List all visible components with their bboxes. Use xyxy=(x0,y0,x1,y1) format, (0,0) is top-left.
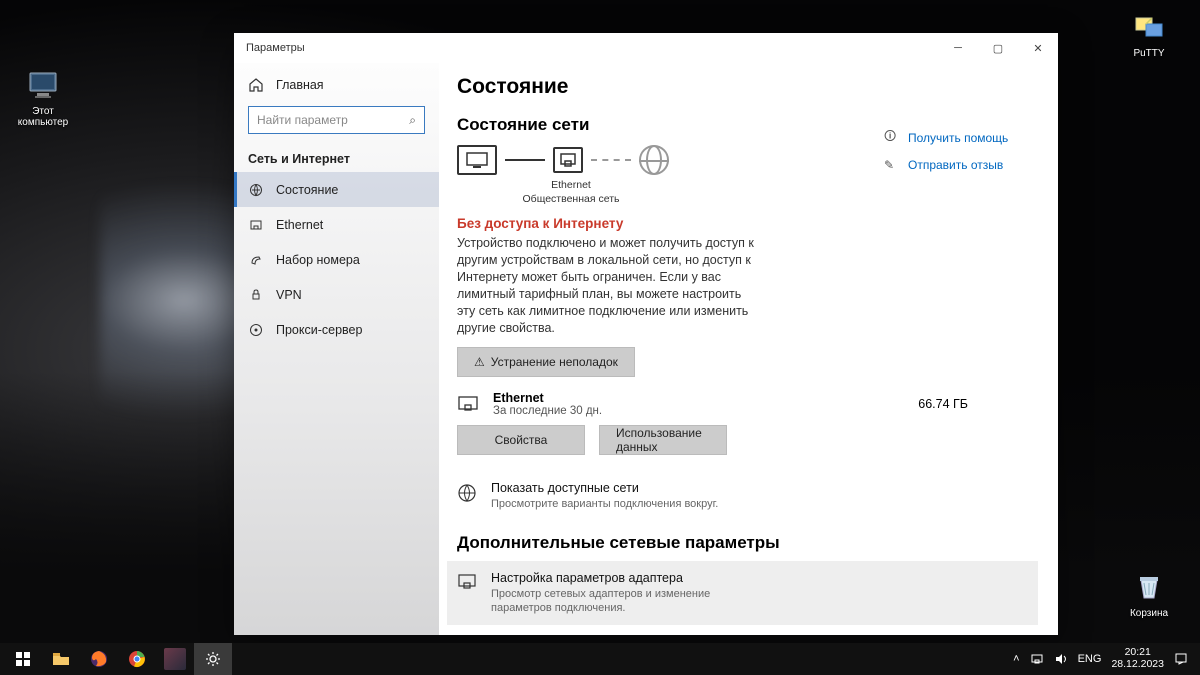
page-title: Состояние xyxy=(457,75,1028,99)
adapter-icon xyxy=(457,573,479,591)
no-internet-text: Устройство подключено и может получить д… xyxy=(457,235,757,336)
help-icon: 🛈 xyxy=(884,127,900,148)
taskbar-firefox[interactable] xyxy=(80,643,118,675)
help-label: Получить помощь xyxy=(908,131,1008,145)
troubleshoot-button[interactable]: ⚠ Устранение неполадок xyxy=(457,347,635,377)
taskbar: ˄ ENG 20:21 28.12.2023 xyxy=(0,643,1200,675)
sidebar-item-proxy[interactable]: Прокси-сервер xyxy=(234,312,439,347)
ethernet-usage-icon xyxy=(457,395,481,413)
adapter-settings-sub: Просмотр сетевых адаптеров и изменение п… xyxy=(491,587,751,616)
usage-period: За последние 30 дн. xyxy=(493,405,602,417)
window-title: Параметры xyxy=(246,42,305,54)
data-usage-label: Использование данных xyxy=(616,426,710,454)
icon-label: Корзина xyxy=(1114,608,1184,619)
sidebar-item-label: Набор номера xyxy=(276,253,360,267)
close-button[interactable]: ✕ xyxy=(1018,33,1058,63)
ethernet-icon xyxy=(248,217,264,233)
sidebar-item-vpn[interactable]: VPN xyxy=(234,277,439,312)
adapter-settings-item[interactable]: Настройка параметров адаптера Просмотр с… xyxy=(447,561,1038,626)
net-line-solid xyxy=(505,159,545,161)
search-input[interactable]: Найти параметр ⌕ xyxy=(248,106,425,134)
tray-notifications-icon[interactable] xyxy=(1174,652,1188,666)
show-networks-item[interactable]: Показать доступные сети Просмотрите вари… xyxy=(457,473,1028,519)
putty-icon xyxy=(1132,10,1166,44)
show-networks-title: Показать доступные сети xyxy=(491,481,718,495)
advanced-heading: Дополнительные сетевые параметры xyxy=(457,533,1028,553)
maximize-button[interactable]: ▢ xyxy=(978,33,1018,63)
properties-label: Свойства xyxy=(495,433,548,447)
feedback-icon: ✎ xyxy=(884,158,900,172)
minimize-button[interactable]: ─ xyxy=(938,33,978,63)
usage-row: Ethernet За последние 30 дн. 66.74 ГБ xyxy=(457,391,1028,417)
warning-icon: ⚠ xyxy=(474,355,485,369)
sidebar-item-ethernet[interactable]: Ethernet xyxy=(234,207,439,242)
sidebar-item-label: Ethernet xyxy=(276,218,323,232)
feedback-label: Отправить отзыв xyxy=(908,158,1003,172)
desktop-icon-this-pc[interactable]: Этот компьютер xyxy=(8,68,78,128)
pc-icon xyxy=(26,68,60,102)
taskbar-app[interactable] xyxy=(156,643,194,675)
settings-window: Параметры ─ ▢ ✕ Главная Найти параметр ⌕… xyxy=(234,33,1058,635)
sharing-center-item[interactable]: Центр управления сетями и общим доступом… xyxy=(457,629,1028,635)
icon-label: Этот компьютер xyxy=(8,106,78,128)
tray-clock[interactable]: 20:21 28.12.2023 xyxy=(1111,647,1164,670)
tray-language[interactable]: ENG xyxy=(1078,653,1102,665)
desktop-icon-recycle-bin[interactable]: Корзина xyxy=(1114,570,1184,619)
proxy-icon xyxy=(248,322,264,338)
pc-node-icon xyxy=(457,145,497,175)
get-help-link[interactable]: 🛈 Получить помощь xyxy=(884,127,1034,148)
search-icon: ⌕ xyxy=(409,113,416,128)
status-icon xyxy=(248,182,264,198)
tray-network-icon[interactable] xyxy=(1030,652,1044,666)
sidebar-home[interactable]: Главная xyxy=(234,67,439,102)
sidebar-item-label: Прокси-сервер xyxy=(276,323,362,337)
troubleshoot-label: Устранение неполадок xyxy=(491,355,618,369)
search-placeholder: Найти параметр xyxy=(257,113,348,127)
adapter-name: Ethernet xyxy=(511,179,631,193)
sidebar-category: Сеть и Интернет xyxy=(234,142,439,172)
sidebar-item-label: Состояние xyxy=(276,183,338,197)
show-networks-sub: Просмотрите варианты подключения вокруг. xyxy=(491,497,718,511)
sidebar-item-dialup[interactable]: Набор номера xyxy=(234,242,439,277)
dialup-icon xyxy=(248,252,264,268)
sidebar-item-status[interactable]: Состояние xyxy=(234,172,439,207)
sidebar-home-label: Главная xyxy=(276,78,324,92)
no-internet-title: Без доступа к Интернету xyxy=(457,216,1028,231)
data-usage-button[interactable]: Использование данных xyxy=(599,425,727,455)
content-pane: 🛈 Получить помощь ✎ Отправить отзыв Сост… xyxy=(439,63,1058,635)
globe-icon xyxy=(457,483,479,503)
system-tray: ˄ ENG 20:21 28.12.2023 xyxy=(1013,647,1196,670)
usage-amount: 66.74 ГБ xyxy=(918,397,968,411)
desktop-icon-putty[interactable]: PuTTY xyxy=(1114,10,1184,59)
diagram-label: Ethernet Общественная сеть xyxy=(511,179,631,206)
titlebar[interactable]: Параметры ─ ▢ ✕ xyxy=(234,33,1058,63)
net-line-dashed xyxy=(591,159,631,161)
tray-volume-icon[interactable] xyxy=(1054,652,1068,666)
properties-button[interactable]: Свойства xyxy=(457,425,585,455)
tray-chevron-icon[interactable]: ˄ xyxy=(1013,653,1019,665)
taskbar-settings[interactable] xyxy=(194,643,232,675)
network-type: Общественная сеть xyxy=(511,193,631,207)
recycle-bin-icon xyxy=(1132,570,1166,604)
router-node-icon xyxy=(553,147,583,173)
adapter-settings-title: Настройка параметров адаптера xyxy=(491,571,751,585)
vpn-icon xyxy=(248,287,264,303)
sidebar-item-label: VPN xyxy=(276,288,302,302)
sidebar: Главная Найти параметр ⌕ Сеть и Интернет… xyxy=(234,63,439,635)
globe-node-icon xyxy=(639,145,669,175)
taskbar-chrome[interactable] xyxy=(118,643,156,675)
start-button[interactable] xyxy=(4,643,42,675)
home-icon xyxy=(248,77,264,93)
help-panel: 🛈 Получить помощь ✎ Отправить отзыв xyxy=(884,127,1034,182)
clock-date: 28.12.2023 xyxy=(1111,659,1164,671)
usage-adapter: Ethernet xyxy=(493,391,602,405)
feedback-link[interactable]: ✎ Отправить отзыв xyxy=(884,158,1034,172)
taskbar-explorer[interactable] xyxy=(42,643,80,675)
icon-label: PuTTY xyxy=(1114,48,1184,59)
